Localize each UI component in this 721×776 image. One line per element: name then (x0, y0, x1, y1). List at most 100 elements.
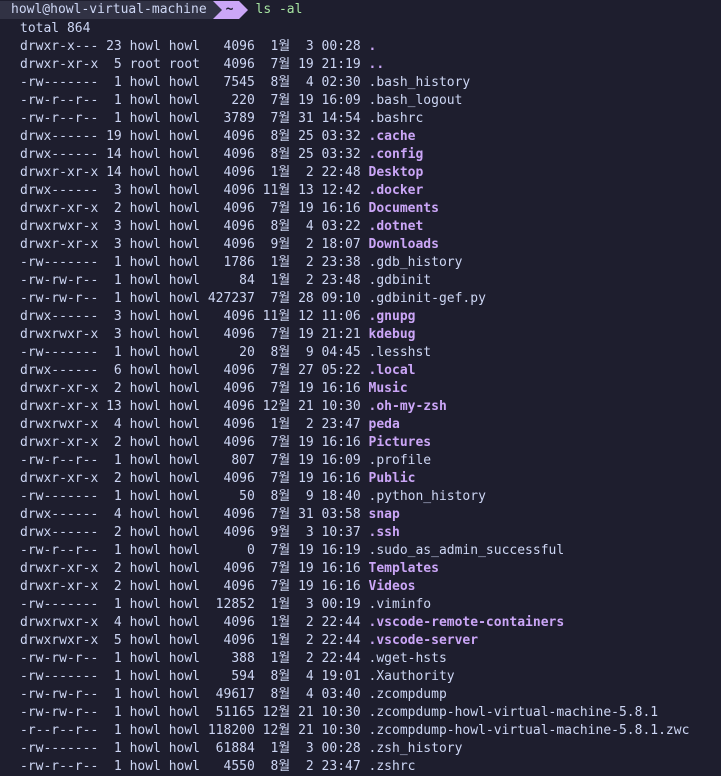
file-meta: -rw------- 1 howl howl 61884 1월 3 00:28 (20, 741, 369, 756)
file-meta: drwxr-xr-x 3 howl howl 4096 9월 2 18:07 (20, 237, 369, 252)
list-item: drwxr-xr-x 3 howl howl 4096 9월 2 18:07 D… (20, 236, 721, 254)
file-meta: -rw-rw-r-- 1 howl howl 84 1월 2 23:48 (20, 273, 369, 288)
file-meta: drwxr-xr-x 2 howl howl 4096 7월 19 16:16 (20, 561, 369, 576)
directory-name: Documents (368, 201, 439, 216)
list-item: drwxr-x--- 23 howl howl 4096 1월 3 00:28 … (20, 38, 721, 56)
file-meta: drwxr-x--- 23 howl howl 4096 1월 3 00:28 (20, 39, 369, 54)
total-line: total 864 (20, 21, 91, 36)
prompt-dir: ~ (221, 1, 239, 19)
directory-name: .vscode-server (368, 633, 479, 648)
list-item: -r--r--r-- 1 howl howl 118200 12월 21 10:… (20, 722, 721, 740)
directory-name: .cache (368, 129, 416, 144)
file-meta: drwxr-xr-x 2 howl howl 4096 7월 19 16:16 (20, 381, 369, 396)
file-meta: drwx------ 4 howl howl 4096 7월 31 03:58 (20, 507, 369, 522)
list-item: drwx------ 3 howl howl 4096 11월 13 12:42… (20, 182, 721, 200)
directory-name: .. (368, 57, 385, 72)
file-meta: drwxrwxr-x 4 howl howl 4096 1월 2 22:44 (20, 615, 369, 630)
file-name: .zcompdump-howl-virtual-machine-5.8.1 (368, 705, 659, 720)
file-meta: drwxr-xr-x 13 howl howl 4096 12월 21 10:3… (20, 399, 369, 414)
file-meta: -rw-r--r-- 1 howl howl 0 7월 19 16:19 (20, 543, 369, 558)
file-meta: -rw------- 1 howl howl 1786 1월 2 23:38 (20, 255, 369, 270)
directory-name: . (368, 39, 377, 54)
prompt-line: howl@howl-virtual-machine ~ ls -al (0, 1, 302, 19)
file-name: .zcompdump-howl-virtual-machine-5.8.1.zw… (368, 723, 690, 738)
file-meta: -rw------- 1 howl howl 20 8월 9 04:45 (20, 345, 369, 360)
file-meta: drwxr-xr-x 5 root root 4096 7월 19 21:19 (20, 57, 369, 72)
file-name: .Xauthority (368, 669, 455, 684)
file-meta: drwxrwxr-x 4 howl howl 4096 1월 2 23:47 (20, 417, 369, 432)
directory-name: Public (368, 471, 416, 486)
list-item: drwx------ 2 howl howl 4096 9월 3 10:37 .… (20, 524, 721, 542)
file-name: .bashrc (368, 111, 424, 126)
directory-name: Music (368, 381, 408, 396)
file-meta: drwxrwxr-x 3 howl howl 4096 7월 19 21:21 (20, 327, 369, 342)
powerline-separator-icon (212, 1, 222, 19)
file-meta: drwxr-xr-x 2 howl howl 4096 7월 19 16:16 (20, 435, 369, 450)
directory-name: peda (368, 417, 400, 432)
file-meta: drwx------ 2 howl howl 4096 9월 3 10:37 (20, 525, 369, 540)
file-name: .gdb_history (368, 255, 463, 270)
file-meta: -rw-r--r-- 1 howl howl 807 7월 19 16:09 (20, 453, 369, 468)
directory-name: .vscode-remote-containers (368, 615, 565, 630)
directory-name: Downloads (368, 237, 439, 252)
file-name: .profile (368, 453, 432, 468)
file-name: .python_history (368, 489, 486, 504)
directory-name: Pictures (368, 435, 432, 450)
directory-name: Templates (368, 561, 439, 576)
file-name: .zshrc (368, 759, 416, 774)
list-item: -rw-r--r-- 1 howl howl 4550 8월 2 23:47 .… (20, 758, 721, 776)
directory-name: snap (368, 507, 400, 522)
file-meta: drwx------ 3 howl howl 4096 11월 13 12:42 (20, 183, 369, 198)
directory-name: .dotnet (368, 219, 424, 234)
file-meta: drwx------ 19 howl howl 4096 8월 25 03:32 (20, 129, 369, 144)
file-name: .bash_history (368, 75, 471, 90)
powerline-separator-icon (238, 1, 248, 19)
list-item: drwxr-xr-x 2 howl howl 4096 7월 19 16:16 … (20, 434, 721, 452)
list-item: drwxrwxr-x 3 howl howl 4096 7월 19 21:21 … (20, 326, 721, 344)
ls-output: total 864 drwxr-x--- 23 howl howl 4096 1… (20, 20, 721, 776)
file-name: .gdbinit-gef.py (368, 291, 486, 306)
list-item: drwxr-xr-x 2 howl howl 4096 7월 19 16:16 … (20, 200, 721, 218)
directory-name: Videos (368, 579, 416, 594)
list-item: -rw-rw-r-- 1 howl howl 51165 12월 21 10:3… (20, 704, 721, 722)
list-item: drwxr-xr-x 14 howl howl 4096 1월 2 22:48 … (20, 164, 721, 182)
list-item: -rw-r--r-- 1 howl howl 807 7월 19 16:09 .… (20, 452, 721, 470)
directory-name: .gnupg (368, 309, 416, 324)
file-meta: drwx------ 14 howl howl 4096 8월 25 03:32 (20, 147, 369, 162)
file-meta: drwxr-xr-x 2 howl howl 4096 7월 19 16:16 (20, 579, 369, 594)
list-item: drwxr-xr-x 2 howl howl 4096 7월 19 16:16 … (20, 470, 721, 488)
directory-name: .local (368, 363, 416, 378)
file-meta: -rw------- 1 howl howl 50 8월 9 18:40 (20, 489, 369, 504)
list-item: drwx------ 3 howl howl 4096 11월 12 11:06… (20, 308, 721, 326)
file-meta: -rw-r--r-- 1 howl howl 4550 8월 2 23:47 (20, 759, 369, 774)
list-item: -rw------- 1 howl howl 61884 1월 3 00:28 … (20, 740, 721, 758)
list-item: -rw-r--r-- 1 howl howl 220 7월 19 16:09 .… (20, 92, 721, 110)
directory-name: .docker (368, 183, 424, 198)
file-meta: drwxr-xr-x 14 howl howl 4096 1월 2 22:48 (20, 165, 369, 180)
list-item: -rw------- 1 howl howl 7545 8월 4 02:30 .… (20, 74, 721, 92)
file-name: .lesshst (368, 345, 432, 360)
file-name: .viminfo (368, 597, 432, 612)
list-item: drwxrwxr-x 4 howl howl 4096 1월 2 22:44 .… (20, 614, 721, 632)
list-item: drwxrwxr-x 4 howl howl 4096 1월 2 23:47 p… (20, 416, 721, 434)
directory-name: .oh-my-zsh (368, 399, 447, 414)
command-text: ls -al (255, 2, 303, 17)
list-item: -rw-r--r-- 1 howl howl 0 7월 19 16:19 .su… (20, 542, 721, 560)
list-item: -rw-rw-r-- 1 howl howl 388 1월 2 22:44 .w… (20, 650, 721, 668)
terminal-window[interactable]: howl@howl-virtual-machine ~ ls -al total 8… (0, 0, 721, 774)
file-meta: drwxrwxr-x 5 howl howl 4096 1월 2 22:44 (20, 633, 369, 648)
file-meta: -rw-rw-r-- 1 howl howl 388 1월 2 22:44 (20, 651, 369, 666)
file-listing: drwxr-x--- 23 howl howl 4096 1월 3 00:28 … (20, 38, 721, 776)
file-meta: drwx------ 3 howl howl 4096 11월 12 11:06 (20, 309, 369, 324)
file-name: .sudo_as_admin_successful (368, 543, 565, 558)
file-meta: drwxr-xr-x 2 howl howl 4096 7월 19 16:16 (20, 201, 369, 216)
list-item: drwxr-xr-x 5 root root 4096 7월 19 21:19 … (20, 56, 721, 74)
list-item: -rw------- 1 howl howl 50 8월 9 18:40 .py… (20, 488, 721, 506)
file-name: .wget-hsts (368, 651, 447, 666)
file-meta: -rw------- 1 howl howl 7545 8월 4 02:30 (20, 75, 369, 90)
file-meta: drwxrwxr-x 3 howl howl 4096 8월 4 03:22 (20, 219, 369, 234)
directory-name: .ssh (368, 525, 400, 540)
list-item: drwx------ 4 howl howl 4096 7월 31 03:58 … (20, 506, 721, 524)
file-name: .gdbinit (368, 273, 432, 288)
list-item: -rw-rw-r-- 1 howl howl 49617 8월 4 03:40 … (20, 686, 721, 704)
